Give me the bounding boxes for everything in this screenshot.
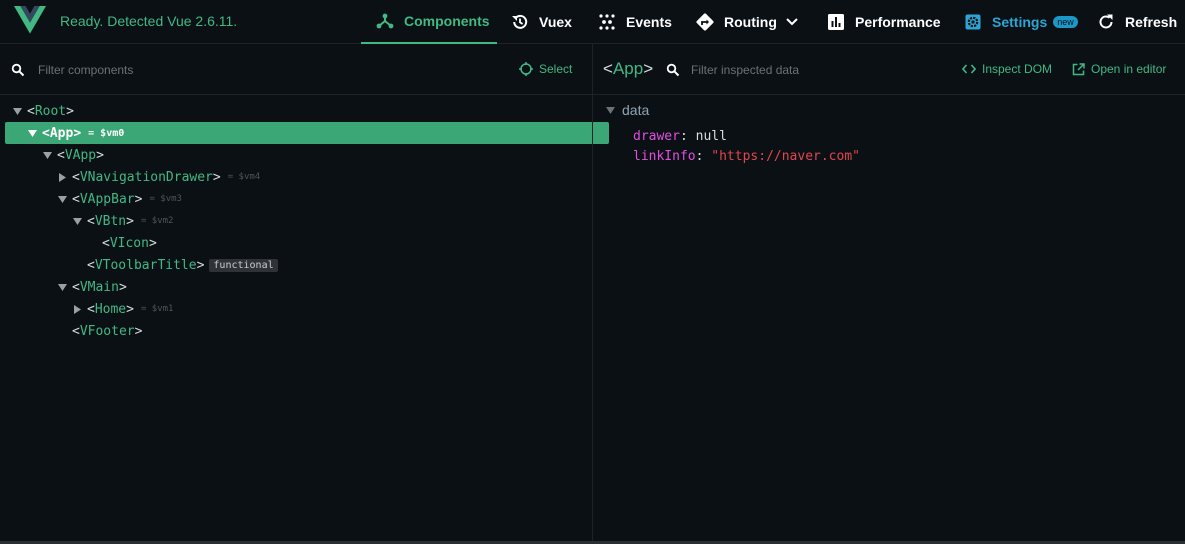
open-in-editor-label: Open in editor xyxy=(1091,62,1167,76)
component-name: Home xyxy=(94,301,127,317)
vm-reference: = $vm3 xyxy=(149,194,182,204)
tree-row-vapp[interactable]: < VApp > xyxy=(5,144,624,166)
tab-settings[interactable]: Settings new xyxy=(963,0,1078,44)
component-name: VToolbarTitle xyxy=(94,257,197,273)
tab-performance-label: Performance xyxy=(855,14,941,30)
vm-reference: = $vm0 xyxy=(88,127,125,139)
components-icon xyxy=(375,11,395,31)
search-icon xyxy=(11,63,25,77)
gear-icon xyxy=(963,12,983,32)
refresh-button[interactable]: Refresh xyxy=(1096,0,1177,44)
vue-logo-icon xyxy=(14,6,46,34)
tab-events-label: Events xyxy=(626,14,672,30)
code-icon xyxy=(962,64,976,74)
open-external-icon xyxy=(1072,62,1085,75)
vm-reference: = $vm1 xyxy=(140,304,174,314)
tab-routing[interactable]: Routing xyxy=(695,0,798,44)
component-name: App xyxy=(49,125,74,141)
filter-components-input[interactable] xyxy=(38,62,398,78)
component-name: VIcon xyxy=(109,235,149,251)
chevron-down-icon xyxy=(786,18,798,26)
expand-arrow-icon xyxy=(12,106,22,116)
bar-chart-icon xyxy=(826,12,846,32)
components-pane: Select <Root> <App> = $vm0 <VApp> <VNavi… xyxy=(0,44,609,544)
search-icon xyxy=(666,63,680,77)
crosshair-icon xyxy=(519,62,533,76)
filter-inspected-data-input[interactable] xyxy=(691,62,931,78)
component-name: VFooter xyxy=(79,323,135,339)
directions-icon xyxy=(695,12,715,32)
component-name: VAppBar xyxy=(79,191,135,207)
select-label: Select xyxy=(539,62,573,76)
inspector-pane: <App> Inspect DOM Open in editor data dr… xyxy=(593,44,1185,544)
status-text: Ready. Detected Vue 2.6.11. xyxy=(60,13,238,29)
functional-tag: functional xyxy=(209,258,278,272)
new-badge: new xyxy=(1053,16,1078,28)
tab-vuex[interactable]: Vuex xyxy=(510,0,572,44)
tree-row-home[interactable]: < Home > = $vm1 xyxy=(5,298,654,320)
events-icon xyxy=(597,12,617,32)
tab-components-label: Components xyxy=(404,13,490,29)
property-value: "https://naver.com" xyxy=(711,149,860,164)
refresh-label: Refresh xyxy=(1125,14,1178,30)
refresh-icon xyxy=(1096,12,1116,32)
collapsed-arrow-icon xyxy=(72,304,82,314)
tab-vuex-label: Vuex xyxy=(539,14,572,30)
tree-row-vmain[interactable]: < VMain > xyxy=(5,276,639,298)
expand-arrow-icon xyxy=(57,282,67,292)
tab-components[interactable]: Components xyxy=(361,0,497,44)
expand-arrow-icon xyxy=(42,150,52,160)
component-name: VApp xyxy=(64,147,97,163)
tab-settings-label: Settings xyxy=(992,14,1048,30)
tab-performance[interactable]: Performance xyxy=(826,0,941,44)
property-key: linkInfo xyxy=(633,149,696,164)
inspected-component-name: App xyxy=(612,59,644,78)
tree-row-vappbar[interactable]: < VAppBar > = $vm3 xyxy=(5,188,639,210)
tree-row-vtoolbartitle[interactable]: < VToolbarTitle > functional xyxy=(5,254,654,276)
inspector-toolbar: <App> Inspect DOM Open in editor xyxy=(593,44,1185,95)
tab-routing-label: Routing xyxy=(724,14,777,30)
components-toolbar: Select xyxy=(0,44,592,95)
vm-reference: = $vm4 xyxy=(227,172,261,182)
top-toolbar: Ready. Detected Vue 2.6.11. Components V… xyxy=(0,0,1185,44)
inspect-dom-button[interactable]: Inspect DOM xyxy=(962,62,1052,76)
vm-reference: = $vm2 xyxy=(140,216,174,226)
data-property-row[interactable]: drawer: null xyxy=(633,129,727,144)
property-key: drawer xyxy=(633,129,680,144)
tree-row-vnavigationdrawer[interactable]: < VNavigationDrawer > = $vm4 xyxy=(5,166,639,188)
expand-arrow-icon xyxy=(57,194,67,204)
data-section-header[interactable]: data xyxy=(605,102,649,118)
history-icon xyxy=(510,12,530,32)
tree-row-vfooter[interactable]: < VFooter > xyxy=(5,320,639,342)
expand-arrow-icon xyxy=(72,216,82,226)
tree-row-vbtn[interactable]: < VBtn > = $vm2 xyxy=(5,210,654,232)
component-name: VNavigationDrawer xyxy=(79,169,213,185)
expand-arrow-icon xyxy=(605,105,615,115)
section-label: data xyxy=(622,102,650,118)
tree-row-root[interactable]: < Root > xyxy=(5,100,594,122)
tab-events[interactable]: Events xyxy=(597,0,672,44)
data-property-row[interactable]: linkInfo: "https://naver.com" xyxy=(633,149,860,164)
inspect-dom-label: Inspect DOM xyxy=(982,62,1053,76)
component-name: VMain xyxy=(79,279,119,295)
tree-row-app[interactable]: < App > = $vm0 xyxy=(5,122,609,144)
property-value: null xyxy=(695,129,727,144)
collapsed-arrow-icon xyxy=(57,172,67,182)
component-name: VBtn xyxy=(94,213,127,229)
tree-row-vicon[interactable]: < VIcon > xyxy=(5,232,669,254)
select-component-button[interactable]: Select xyxy=(519,62,572,76)
open-in-editor-button[interactable]: Open in editor xyxy=(1072,62,1166,76)
expand-arrow-icon xyxy=(27,128,37,138)
inspected-component-title: <App> xyxy=(603,59,654,78)
component-name: Root xyxy=(34,103,67,119)
